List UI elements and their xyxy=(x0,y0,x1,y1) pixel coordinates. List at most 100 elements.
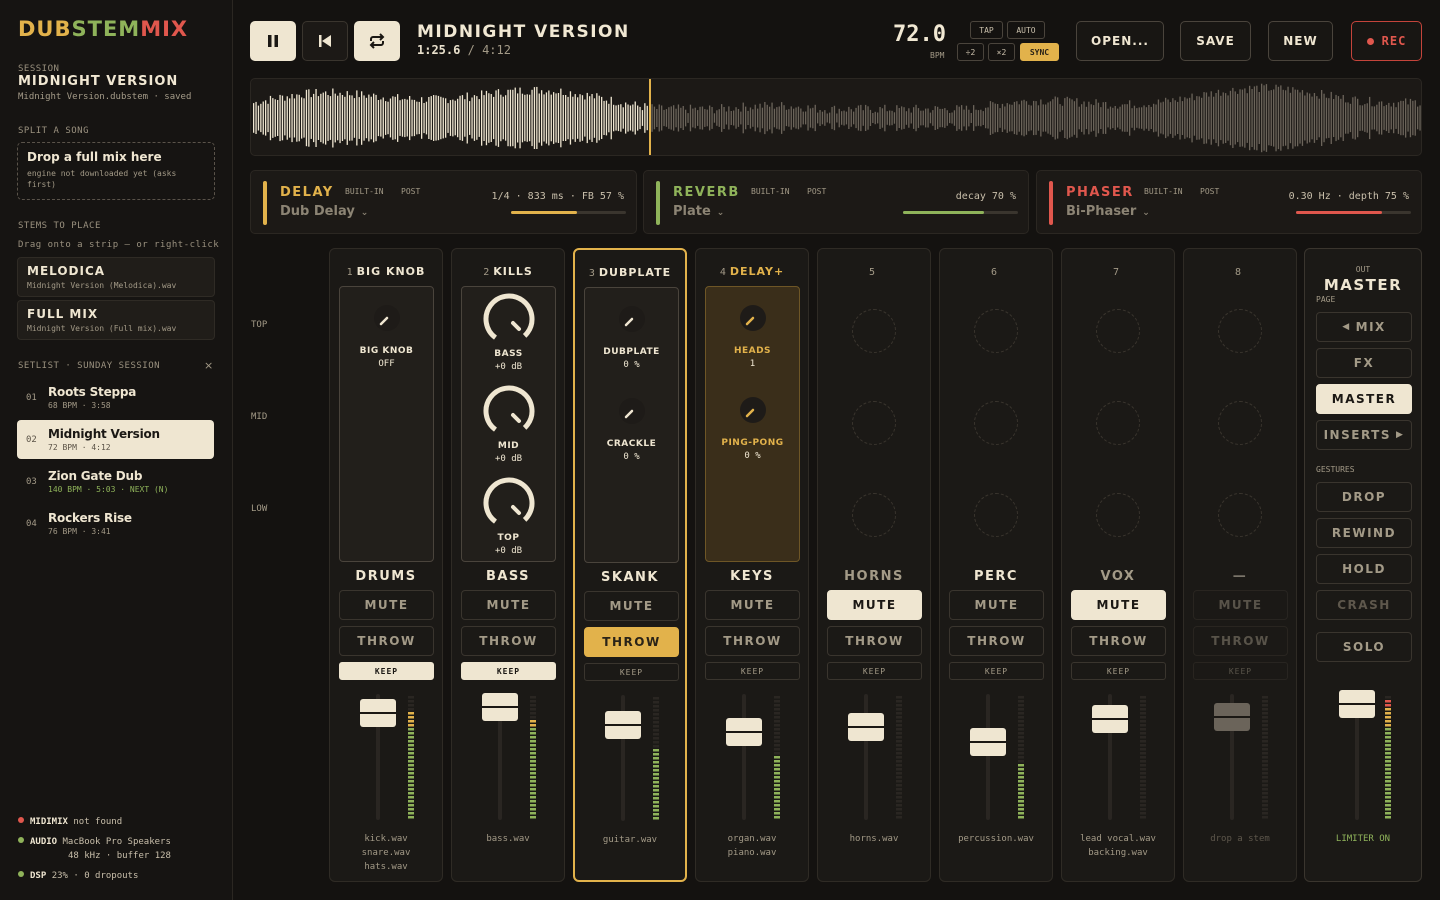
open-button[interactable]: OPEN... xyxy=(1076,21,1164,61)
page-fx-button[interactable]: FX xyxy=(1316,348,1412,378)
pause-button[interactable] xyxy=(250,21,296,61)
hold-button[interactable]: HOLD xyxy=(1316,554,1412,584)
throw-button[interactable]: THROW xyxy=(339,626,434,656)
new-button[interactable]: NEW xyxy=(1268,21,1333,61)
strip-header[interactable]: 2 KILLS xyxy=(452,265,564,278)
keep-toggle[interactable]: KEEP xyxy=(827,662,922,680)
tap-button[interactable]: TAP xyxy=(970,21,1003,39)
throw-button[interactable]: THROW xyxy=(705,626,800,656)
strip-header[interactable]: 1 BIG KNOB xyxy=(330,265,442,278)
fx-slot-reverb[interactable]: REVERB BUILT-IN POST Plate ⌄ decay 70 % xyxy=(643,170,1029,234)
drop-button[interactable]: DROP xyxy=(1316,482,1412,512)
page-master-button[interactable]: MASTER xyxy=(1316,384,1412,414)
waveform-bar xyxy=(673,105,675,131)
strip-name: VOX xyxy=(1100,569,1136,584)
mute-button[interactable]: MUTE xyxy=(461,590,556,620)
master-fader-cap[interactable] xyxy=(1339,690,1375,719)
fader-track[interactable] xyxy=(742,694,746,820)
half-tempo-button[interactable]: ÷2 xyxy=(957,43,984,61)
strip-header[interactable]: 7 xyxy=(1062,265,1174,278)
zone-label-low: LOW xyxy=(251,504,268,514)
setlist-item[interactable]: 04 Rockers Rise 76 BPM · 3:41 xyxy=(17,504,214,543)
loop-button[interactable] xyxy=(354,21,400,61)
knob[interactable] xyxy=(481,383,537,439)
mute-button[interactable]: MUTE xyxy=(1071,590,1166,620)
keep-toggle[interactable]: KEEP xyxy=(461,662,556,680)
setlist-item[interactable]: 01 Roots Steppa 68 BPM · 3:58 xyxy=(17,378,214,417)
waveform-bar xyxy=(269,95,272,141)
fader-cap[interactable] xyxy=(726,717,762,746)
keep-toggle[interactable]: KEEP xyxy=(949,662,1044,680)
strip-header[interactable]: 4 DELAY+ xyxy=(696,265,808,278)
throw-button[interactable]: THROW xyxy=(827,626,922,656)
fx-preset-select[interactable]: Dub Delay ⌄ xyxy=(280,204,368,219)
strip-header[interactable]: 3 DUBPLATE xyxy=(575,266,685,279)
skip-back-button[interactable] xyxy=(302,21,348,61)
fader-cap[interactable] xyxy=(1214,702,1250,731)
mute-button[interactable]: MUTE xyxy=(1193,590,1288,620)
strip-fx-pad[interactable]: BASS +0 dB MID +0 dB TOP +0 dB xyxy=(461,286,556,562)
solo-button[interactable]: SOLO xyxy=(1316,632,1412,662)
strip-fx-pad[interactable]: HEADS 1 PING-PONG 0 % xyxy=(705,286,800,562)
mute-button[interactable]: MUTE xyxy=(705,590,800,620)
setlist-close-icon[interactable]: × xyxy=(204,359,213,372)
keep-toggle[interactable]: KEEP xyxy=(705,662,800,680)
fader-cap[interactable] xyxy=(970,727,1006,756)
throw-button[interactable]: THROW xyxy=(1193,626,1288,656)
mute-button[interactable]: MUTE xyxy=(949,590,1044,620)
waveform-bar xyxy=(586,92,588,144)
stem-card[interactable]: MELODICA Midnight Version (Melodica).wav xyxy=(17,257,215,297)
throw-button[interactable]: THROW xyxy=(949,626,1044,656)
strip-fx-pad[interactable]: DUBPLATE 0 % CRACKLE 0 % xyxy=(584,287,679,563)
knob[interactable] xyxy=(738,395,768,425)
fx-slot-delay[interactable]: DELAY BUILT-IN POST Dub Delay ⌄ 1/4 · 833 ms … xyxy=(250,170,637,234)
setlist-item[interactable]: 03 Zion Gate Dub 140 BPM · 5:03 · NEXT (… xyxy=(17,462,214,501)
knob[interactable] xyxy=(617,396,647,426)
mute-button[interactable]: MUTE xyxy=(339,590,434,620)
keep-toggle[interactable]: KEEP xyxy=(339,662,434,680)
playhead[interactable] xyxy=(649,79,651,156)
double-tempo-button[interactable]: ×2 xyxy=(988,43,1015,61)
throw-button[interactable]: THROW xyxy=(1071,626,1166,656)
sync-button[interactable]: SYNC xyxy=(1020,43,1059,61)
page-inserts-button[interactable]: INSERTS ▶ xyxy=(1316,420,1412,450)
fader-cap[interactable] xyxy=(360,698,396,727)
waveform[interactable] xyxy=(250,78,1422,156)
auto-button[interactable]: AUTO xyxy=(1007,21,1045,39)
save-button[interactable]: SAVE xyxy=(1180,21,1251,61)
knob[interactable] xyxy=(481,475,537,531)
knob[interactable] xyxy=(617,304,647,334)
knob[interactable] xyxy=(481,291,537,347)
waveform-bar xyxy=(255,101,257,134)
keep-toggle[interactable]: KEEP xyxy=(584,663,679,681)
fx-preset-select[interactable]: Bi-Phaser ⌄ xyxy=(1066,204,1150,219)
strip-header[interactable]: 5 xyxy=(818,265,930,278)
keep-toggle[interactable]: KEEP xyxy=(1193,662,1288,680)
record-button[interactable]: REC xyxy=(1351,21,1422,61)
throw-button[interactable]: THROW xyxy=(461,626,556,656)
strip-fx-pad[interactable]: BIG KNOB OFF xyxy=(339,286,434,562)
keep-toggle[interactable]: KEEP xyxy=(1071,662,1166,680)
knob[interactable] xyxy=(738,303,768,333)
page-mix-button[interactable]: ◀ MIX xyxy=(1316,312,1412,342)
rewind-button[interactable]: REWIND xyxy=(1316,518,1412,548)
mute-button[interactable]: MUTE xyxy=(584,591,679,621)
fader-cap[interactable] xyxy=(1092,705,1128,734)
throw-button[interactable]: THROW xyxy=(584,627,679,657)
strip-header[interactable]: 6 xyxy=(940,265,1052,278)
stem-card[interactable]: FULL MIX Midnight Version (Full mix).wav xyxy=(17,300,215,340)
fader-cap[interactable] xyxy=(605,711,641,740)
fader-track[interactable] xyxy=(986,694,990,820)
knob-label: CRACKLE xyxy=(606,439,657,449)
split-dropzone[interactable]: Drop a full mix here engine not download… xyxy=(17,142,215,200)
strip-header[interactable]: 8 xyxy=(1184,265,1296,278)
fader-cap[interactable] xyxy=(848,712,884,741)
fx-slot-phaser[interactable]: PHASER BUILT-IN POST Bi-Phaser ⌄ 0.30 Hz · de… xyxy=(1036,170,1422,234)
bpm-value[interactable]: 72.0 xyxy=(893,22,946,47)
fader-cap[interactable] xyxy=(482,692,518,721)
setlist-item-active[interactable]: 02 Midnight Version 72 BPM · 4:12 xyxy=(17,420,214,459)
crash-button[interactable]: CRASH xyxy=(1316,590,1412,620)
fx-preset-select[interactable]: Plate ⌄ xyxy=(673,204,724,219)
mute-button[interactable]: MUTE xyxy=(827,590,922,620)
knob[interactable] xyxy=(372,303,402,333)
